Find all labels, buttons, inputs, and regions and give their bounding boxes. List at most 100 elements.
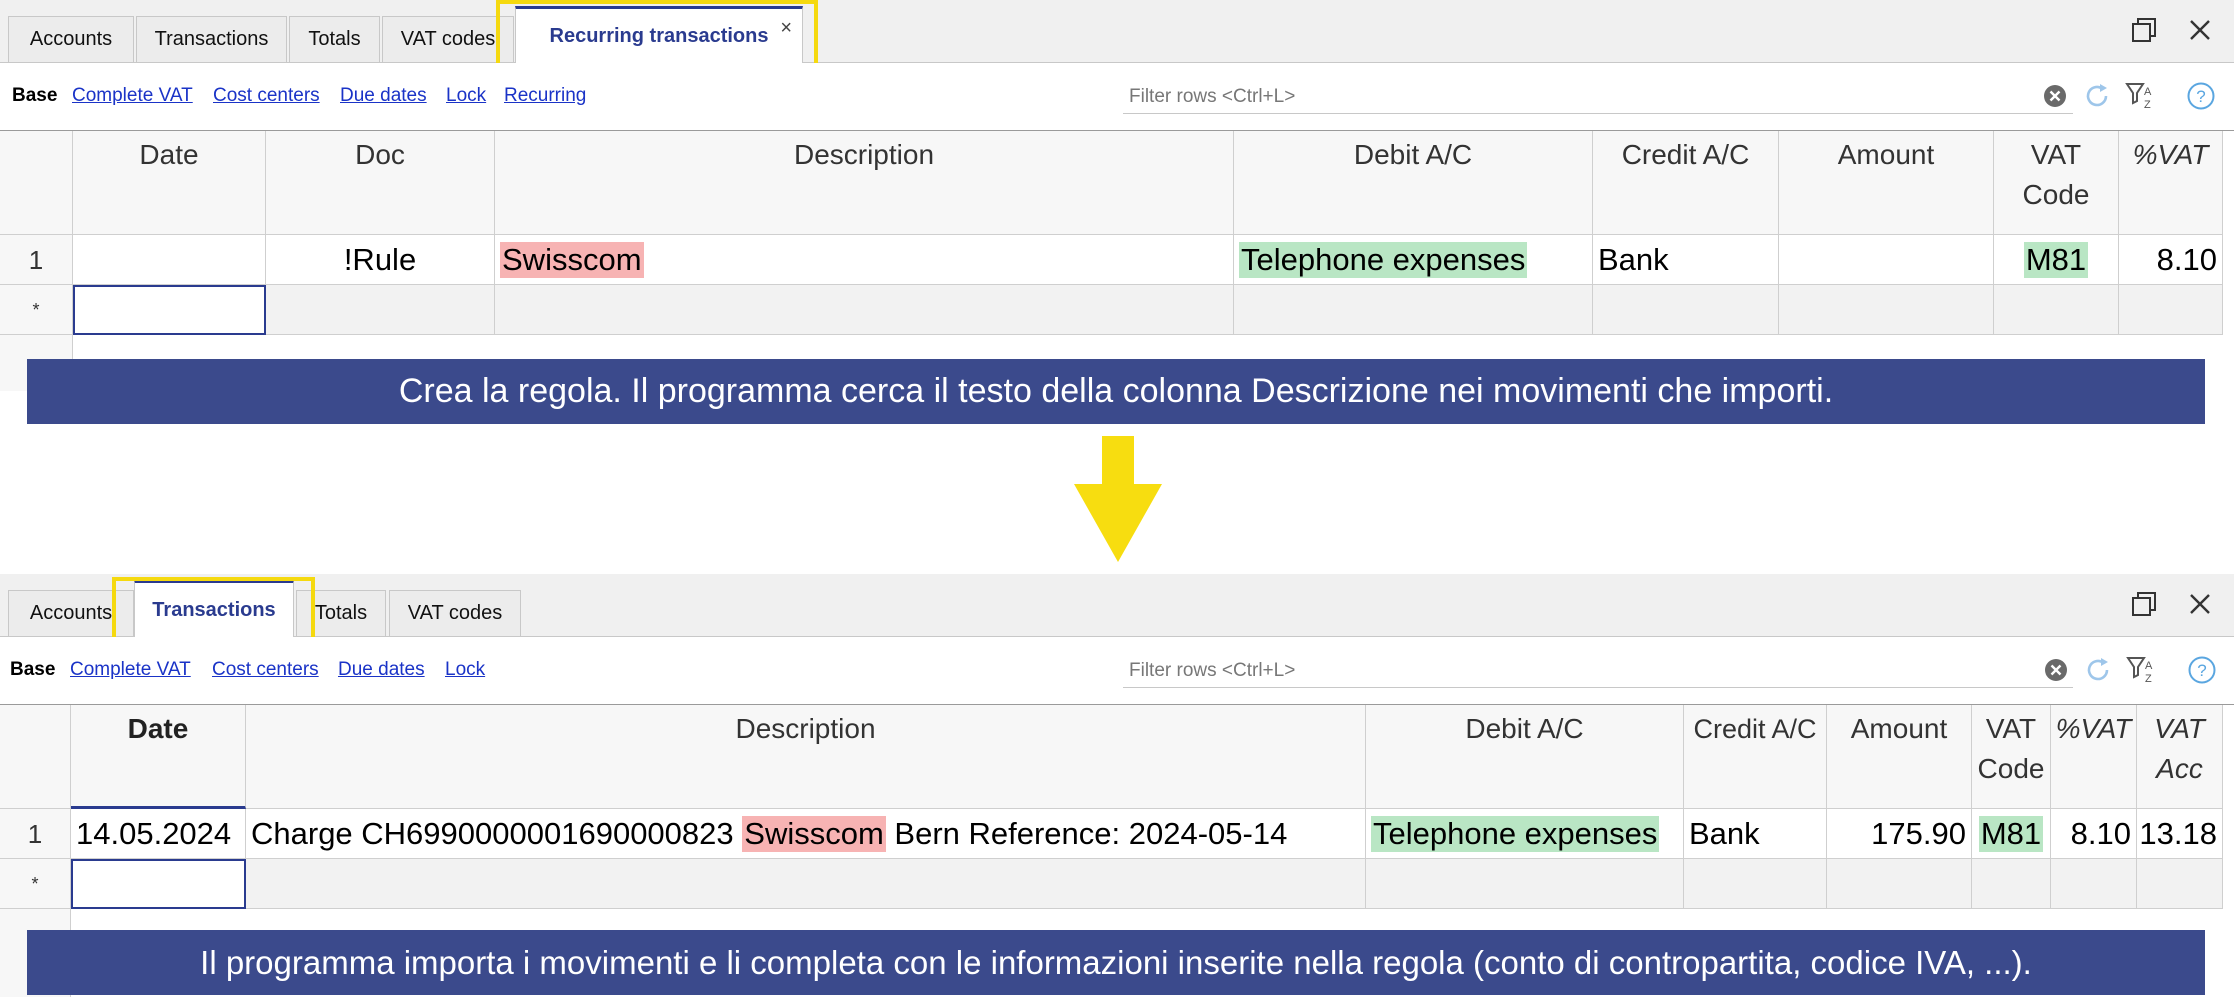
view-cost-centers[interactable]: Cost centers — [212, 659, 319, 681]
cell-credit[interactable]: Bank — [1684, 809, 1827, 859]
svg-text:Z: Z — [2144, 99, 2151, 111]
tab-recurring-transactions[interactable]: Recurring transactions × — [515, 6, 803, 63]
new-row-cell[interactable] — [246, 859, 1366, 909]
cell-vat-pct[interactable]: 8.10 — [2119, 235, 2223, 285]
view-due-dates[interactable]: Due dates — [340, 85, 427, 107]
help-icon[interactable]: ? — [2185, 653, 2219, 687]
recurring-transactions-panel: Accounts Transactions Totals VAT codes R… — [0, 0, 2234, 391]
caption-banner-bottom: Il programma importa i movimenti e li co… — [27, 930, 2205, 995]
new-row-date-cell[interactable] — [73, 285, 266, 335]
new-row-cell[interactable] — [2051, 859, 2137, 909]
cell-vat-code[interactable]: M81 — [1994, 235, 2119, 285]
column-header-vat-pct[interactable]: %VAT — [2119, 131, 2223, 235]
new-row-cell[interactable] — [1779, 285, 1994, 335]
new-row-cell[interactable] — [266, 285, 495, 335]
tab-strip: Accounts Transactions Totals VAT codes R… — [0, 0, 2234, 78]
svg-text:A: A — [2144, 86, 2152, 98]
cell-doc[interactable]: !Rule — [266, 235, 495, 285]
column-header-doc[interactable]: Doc — [266, 131, 495, 235]
new-row-date-cell[interactable] — [71, 859, 246, 909]
cell-debit[interactable]: Telephone expenses — [1366, 809, 1684, 859]
view-base[interactable]: Base — [10, 659, 55, 681]
tab-vat-codes[interactable]: VAT codes — [382, 16, 514, 62]
cell-date[interactable] — [73, 235, 266, 285]
debit-account-highlight: Telephone expenses — [1371, 815, 1660, 852]
column-header-vat-acc[interactable]: VAT Acc — [2137, 705, 2223, 809]
column-header-description[interactable]: Description — [246, 705, 1366, 809]
description-text: Bern Reference: 2024-05-14 — [894, 815, 1288, 851]
new-row-cell[interactable] — [2137, 859, 2223, 909]
tab-totals[interactable]: Totals — [289, 16, 380, 62]
new-row-cell[interactable] — [1593, 285, 1779, 335]
tab-accounts[interactable]: Accounts — [8, 590, 134, 636]
new-row-cell[interactable] — [495, 285, 1234, 335]
svg-text:A: A — [2145, 660, 2153, 672]
column-header-date[interactable]: Date — [73, 131, 266, 235]
new-row-cell[interactable] — [1684, 859, 1827, 909]
cell-vat-code[interactable]: M81 — [1972, 809, 2051, 859]
cell-description[interactable]: Charge CH6990000001690000823 Swisscom Be… — [246, 809, 1366, 859]
view-complete-vat[interactable]: Complete VAT — [70, 659, 191, 681]
matched-text-highlight: Swisscom — [742, 815, 886, 852]
column-header-amount[interactable]: Amount — [1827, 705, 1972, 809]
row-number[interactable]: 1 — [0, 235, 73, 285]
column-header-debit[interactable]: Debit A/C — [1366, 705, 1684, 809]
help-icon[interactable]: ? — [2184, 79, 2218, 113]
cell-credit[interactable]: Bank — [1593, 235, 1779, 285]
column-header-vat-code[interactable]: VAT Code — [1994, 131, 2119, 235]
cell-vat-acc[interactable]: 13.18 — [2137, 809, 2223, 859]
restore-window-icon[interactable] — [2128, 14, 2160, 46]
new-row-marker: * — [0, 859, 71, 909]
cell-vat-pct[interactable]: 8.10 — [2051, 809, 2137, 859]
cell-amount[interactable] — [1779, 235, 1994, 285]
tab-totals[interactable]: Totals — [296, 590, 386, 636]
column-header-vat-code[interactable]: VAT Code — [1972, 705, 2051, 809]
tab-close-icon[interactable]: × — [780, 17, 792, 40]
restore-window-icon[interactable] — [2128, 588, 2160, 620]
row-number[interactable]: 1 — [0, 809, 71, 859]
refresh-icon[interactable] — [2080, 79, 2114, 113]
cell-date[interactable]: 14.05.2024 — [71, 809, 246, 859]
cell-debit[interactable]: Telephone expenses — [1234, 235, 1593, 285]
filter-rows-input[interactable] — [1123, 80, 2073, 114]
view-base[interactable]: Base — [12, 85, 57, 107]
tab-vat-codes[interactable]: VAT codes — [389, 590, 521, 636]
column-header-date[interactable]: Date — [71, 705, 246, 809]
sort-filter-icon[interactable]: AZ — [2124, 79, 2158, 113]
column-header-credit[interactable]: Credit A/C — [1684, 705, 1827, 809]
vat-code-highlight: M81 — [2023, 241, 2089, 278]
cell-amount[interactable]: 175.90 — [1827, 809, 1972, 859]
cell-description[interactable]: Swisscom — [495, 235, 1234, 285]
view-lock[interactable]: Lock — [446, 85, 486, 107]
view-complete-vat[interactable]: Complete VAT — [72, 85, 193, 107]
view-due-dates[interactable]: Due dates — [338, 659, 425, 681]
column-header-description[interactable]: Description — [495, 131, 1234, 235]
tab-transactions[interactable]: Transactions — [134, 580, 294, 637]
new-row-cell[interactable] — [2119, 285, 2223, 335]
view-recurring[interactable]: Recurring — [504, 85, 586, 107]
svg-text:Z: Z — [2145, 673, 2152, 685]
column-header-vat-pct[interactable]: %VAT — [2051, 705, 2137, 809]
clear-filter-icon[interactable] — [2039, 653, 2073, 687]
clear-filter-icon[interactable] — [2038, 79, 2072, 113]
tab-transactions[interactable]: Transactions — [136, 16, 287, 62]
close-icon[interactable] — [2184, 588, 2216, 620]
column-header-amount[interactable]: Amount — [1779, 131, 1994, 235]
new-row-cell[interactable] — [1972, 859, 2051, 909]
new-row-cell[interactable] — [1234, 285, 1593, 335]
tab-label: Recurring transactions — [549, 24, 769, 47]
column-header-debit[interactable]: Debit A/C — [1234, 131, 1593, 235]
view-cost-centers[interactable]: Cost centers — [213, 85, 320, 107]
view-lock[interactable]: Lock — [445, 659, 485, 681]
sort-filter-icon[interactable]: AZ — [2125, 653, 2159, 687]
filter-rows-input[interactable] — [1123, 654, 2073, 688]
debit-account-highlight: Telephone expenses — [1239, 241, 1528, 278]
refresh-icon[interactable] — [2081, 653, 2115, 687]
column-header-credit[interactable]: Credit A/C — [1593, 131, 1779, 235]
tab-accounts[interactable]: Accounts — [8, 16, 134, 62]
new-row-cell[interactable] — [1827, 859, 1972, 909]
new-row-cell[interactable] — [1366, 859, 1684, 909]
close-icon[interactable] — [2184, 14, 2216, 46]
caption-banner-top: Crea la regola. Il programma cerca il te… — [27, 359, 2205, 424]
new-row-cell[interactable] — [1994, 285, 2119, 335]
